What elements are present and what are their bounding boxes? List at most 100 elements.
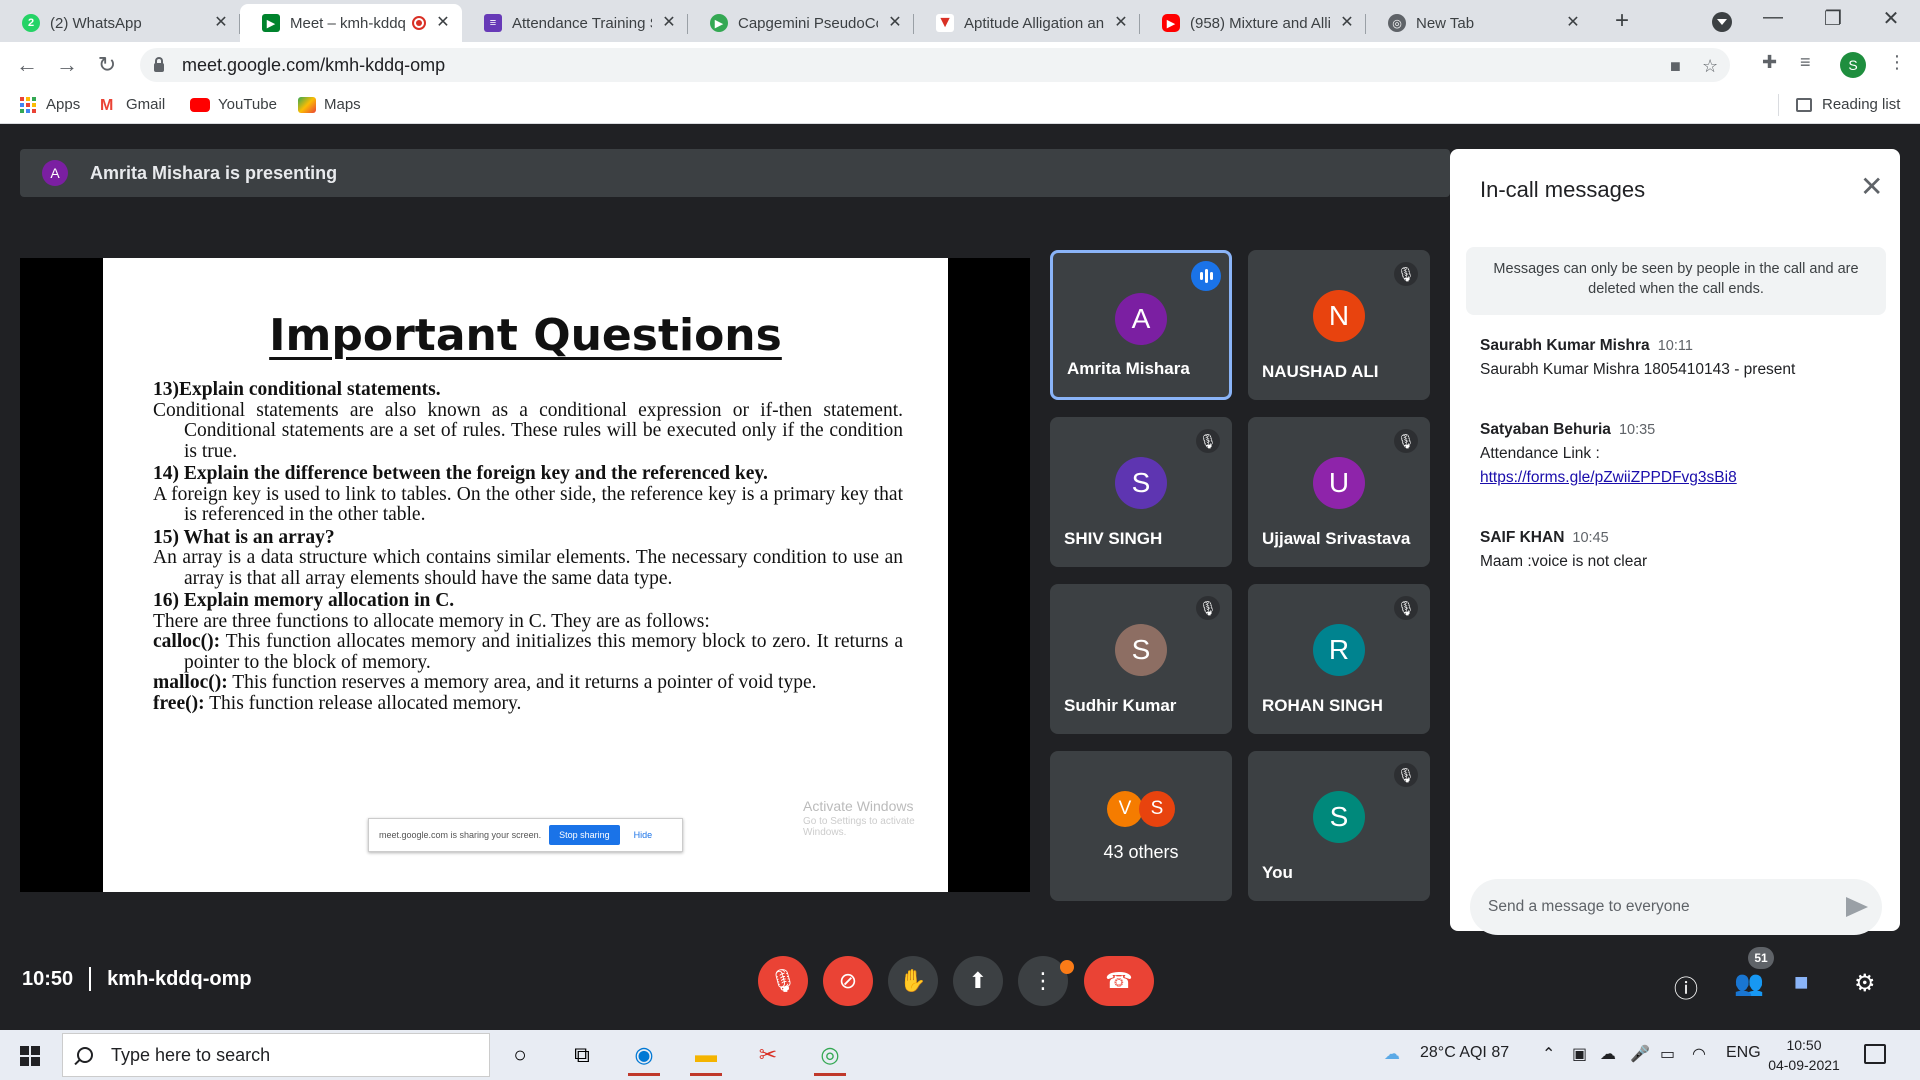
- chevron-up-icon[interactable]: ⌃: [1542, 1044, 1555, 1064]
- close-icon[interactable]: ✕: [434, 14, 452, 32]
- tab-search-icon[interactable]: [1712, 12, 1732, 32]
- close-icon[interactable]: ✕: [886, 14, 904, 32]
- cortana-icon[interactable]: ○: [498, 1034, 542, 1076]
- question-13: 13)Explain conditional statements.: [153, 379, 441, 400]
- forward-arrow-icon[interactable]: →: [54, 52, 80, 78]
- chrome-icon[interactable]: ◎: [808, 1034, 852, 1076]
- battery-icon[interactable]: ▭: [1660, 1044, 1675, 1064]
- participant-tile[interactable]: A Amrita Mishara: [1050, 250, 1232, 400]
- weather-text[interactable]: 28°C AQI 87: [1420, 1044, 1509, 1062]
- close-icon[interactable]: ✕: [1112, 14, 1130, 32]
- leave-call-button[interactable]: ☎: [1084, 956, 1154, 1006]
- tab-capgemini[interactable]: ▶ Capgemini PseudoCo ✕: [688, 4, 914, 42]
- onedrive-icon[interactable]: ☁: [1600, 1044, 1616, 1064]
- meet-tray-icon[interactable]: ▣: [1572, 1044, 1587, 1064]
- camera-icon[interactable]: ■: [1670, 56, 1681, 77]
- mic-toggle-button[interactable]: 🎙: [758, 956, 808, 1006]
- edge-icon[interactable]: ◉: [622, 1034, 666, 1076]
- file-explorer-icon[interactable]: ▬: [684, 1034, 728, 1076]
- address-bar[interactable]: meet.google.com/kmh-kddq-omp ■ ☆: [140, 48, 1730, 82]
- malloc-line: malloc(): This function reserves a memor…: [153, 672, 903, 694]
- close-icon[interactable]: ✕: [1338, 14, 1356, 32]
- window-close-icon[interactable]: ✕: [1876, 6, 1906, 31]
- participant-tile[interactable]: 🎙 S Sudhir Kumar: [1050, 584, 1232, 734]
- tab-aptitude[interactable]: ▼ Aptitude Alligation an ✕: [914, 4, 1140, 42]
- activities-icon[interactable]: ⚙: [1854, 969, 1876, 998]
- mic-off-icon: 🎙: [769, 968, 797, 993]
- chat-message-input[interactable]: Send a message to everyone: [1470, 879, 1882, 935]
- people-icon[interactable]: 👥: [1734, 969, 1764, 998]
- extensions-icon[interactable]: ✚: [1762, 52, 1777, 73]
- meeting-code: kmh-kddq-omp: [107, 967, 252, 990]
- participant-tile[interactable]: 🎙 N NAUSHAD ALI: [1248, 250, 1430, 400]
- microphone-icon[interactable]: 🎤: [1630, 1044, 1650, 1064]
- url-text: meet.google.com/kmh-kddq-omp: [182, 54, 446, 75]
- tab-meet[interactable]: ▶ Meet – kmh-kddq ✕: [240, 4, 462, 42]
- malloc-text: This function reserves a memory area, an…: [227, 672, 817, 693]
- minimize-icon[interactable]: —: [1758, 6, 1788, 29]
- profile-avatar[interactable]: S: [1840, 52, 1866, 78]
- new-tab-button[interactable]: +: [1608, 8, 1636, 36]
- meeting-details-icon[interactable]: ⓘ: [1674, 969, 1698, 1004]
- sender-name: Satyaban Behuria: [1480, 421, 1611, 438]
- bookmark-star-icon[interactable]: ☆: [1702, 56, 1718, 77]
- present-button[interactable]: ⬆: [953, 956, 1003, 1006]
- taskbar-clock[interactable]: 10:50 04-09-2021: [1768, 1035, 1840, 1075]
- bookmark-maps[interactable]: Maps: [298, 96, 361, 113]
- meeting-info: 10:50 kmh-kddq-omp: [22, 967, 252, 991]
- tab-new-tab[interactable]: ◎ New Tab ✕: [1366, 4, 1592, 42]
- share-notice-text: meet.google.com is sharing your screen.: [379, 830, 542, 840]
- tab-attendance[interactable]: ≡ Attendance Training S ✕: [462, 4, 688, 42]
- google-forms-icon: ≡: [484, 14, 502, 32]
- free-text: This function release allocated memory.: [204, 692, 522, 714]
- hand-icon: ✋: [899, 968, 927, 993]
- apps-grid-icon: [20, 96, 38, 113]
- notifications-icon[interactable]: [1864, 1044, 1886, 1064]
- avatar: A: [1115, 293, 1167, 345]
- slide-title: Important Questions: [269, 310, 782, 361]
- capgemini-icon: ▶: [710, 14, 728, 32]
- self-tile[interactable]: 🎙 S You: [1248, 751, 1430, 901]
- bookmark-youtube[interactable]: YouTube: [190, 96, 277, 113]
- snip-tool-icon[interactable]: ✂: [746, 1034, 790, 1076]
- tab-title: (2) WhatsApp: [50, 14, 142, 32]
- calloc-label: calloc():: [153, 631, 221, 652]
- bookmark-gmail[interactable]: M Gmail: [100, 96, 166, 114]
- bookmark-apps[interactable]: Apps: [20, 96, 80, 113]
- participant-tile[interactable]: 🎙 R ROHAN SINGH: [1248, 584, 1430, 734]
- tab-youtube[interactable]: ▶ (958) Mixture and Alli ✕: [1140, 4, 1366, 42]
- media-control-icon[interactable]: ≡: [1800, 52, 1811, 73]
- message-link[interactable]: https://forms.gle/pZwiiZPPDFvg3sBi8: [1480, 469, 1880, 487]
- windows-start-icon[interactable]: [20, 1046, 40, 1066]
- menu-kebab-icon[interactable]: ⋮: [1888, 52, 1906, 73]
- tab-whatsapp[interactable]: 2 (2) WhatsApp ✕: [0, 4, 240, 42]
- participant-tile[interactable]: 🎙 S SHIV SINGH: [1050, 417, 1232, 567]
- close-icon[interactable]: ✕: [1860, 173, 1883, 201]
- participant-tile[interactable]: 🎙 U Ujjawal Srivastava: [1248, 417, 1430, 567]
- raise-hand-button[interactable]: ✋: [888, 956, 938, 1006]
- chat-message: SAIF KHAN 10:45 Maam :voice is not clear: [1480, 529, 1880, 571]
- participant-name: Sudhir Kumar: [1064, 696, 1177, 715]
- in-call-messages-panel: In-call messages ✕ Messages can only be …: [1450, 149, 1900, 935]
- send-icon[interactable]: [1846, 897, 1868, 917]
- bookmark-label: Gmail: [126, 96, 166, 113]
- browser-toolbar: ← → ↻ meet.google.com/kmh-kddq-omp ■ ☆: [0, 42, 1920, 88]
- close-icon[interactable]: ✕: [212, 14, 230, 32]
- reading-list-button[interactable]: Reading list: [1796, 96, 1900, 113]
- camera-toggle-button[interactable]: ⊘: [823, 956, 873, 1006]
- task-view-icon[interactable]: ⧉: [560, 1034, 604, 1076]
- reload-icon[interactable]: ↻: [94, 52, 120, 78]
- others-count: 43 others: [1103, 842, 1179, 862]
- wifi-icon[interactable]: ◠: [1692, 1044, 1706, 1064]
- back-arrow-icon[interactable]: ←: [14, 52, 40, 78]
- restore-icon[interactable]: ❐: [1818, 6, 1848, 31]
- message-text: Saurabh Kumar Mishra 1805410143 - presen…: [1480, 361, 1796, 378]
- others-tile[interactable]: V S 43 others: [1050, 751, 1232, 901]
- message-time: 10:11: [1657, 338, 1693, 354]
- language-indicator[interactable]: ENG: [1726, 1044, 1761, 1062]
- close-icon[interactable]: ✕: [1564, 14, 1582, 32]
- participant-name: ROHAN SINGH: [1262, 696, 1383, 715]
- close-icon[interactable]: ✕: [660, 14, 678, 32]
- taskbar-search-box[interactable]: Type here to search: [62, 1033, 490, 1077]
- chat-icon[interactable]: ■: [1794, 969, 1809, 997]
